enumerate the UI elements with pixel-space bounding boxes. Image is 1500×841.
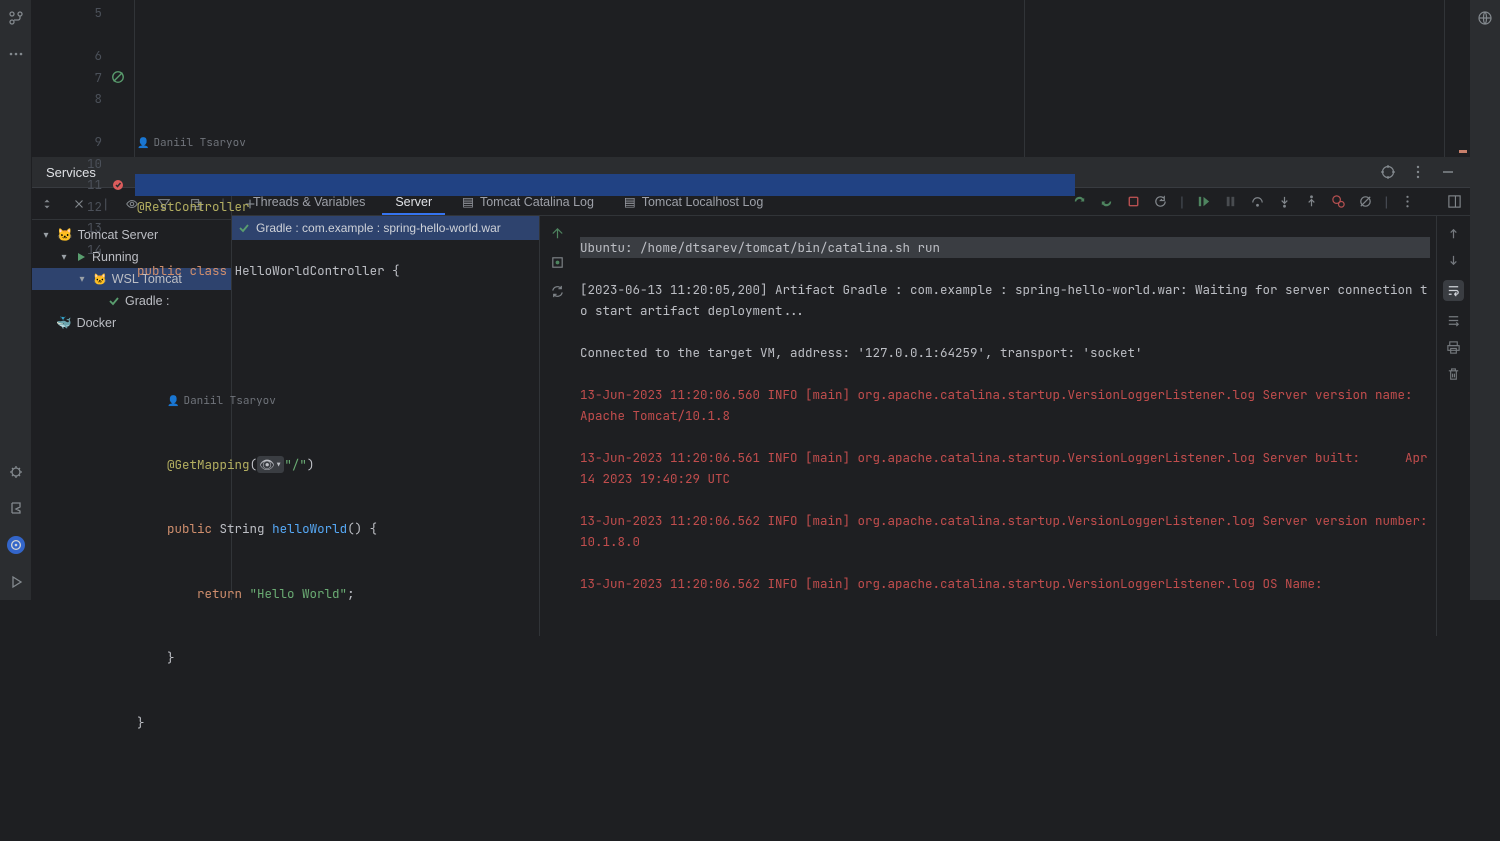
main-area: 5 6 7 8 9 10 11 12 13 14 👤Daniil Tsaryov… — [32, 0, 1470, 600]
step-over-icon[interactable] — [1250, 194, 1265, 209]
debug-icon[interactable] — [8, 464, 24, 480]
more-vert-icon[interactable] — [1410, 164, 1426, 180]
down-icon[interactable] — [1446, 253, 1461, 268]
code-area[interactable]: 👤Daniil Tsaryov @RestController public c… — [134, 0, 1024, 157]
deploy-icon[interactable] — [550, 226, 565, 241]
print-icon[interactable] — [1446, 340, 1461, 355]
scrollbar-marks[interactable] — [1444, 0, 1470, 157]
more-vert-icon[interactable] — [1400, 194, 1415, 209]
editor[interactable]: 5 6 7 8 9 10 11 12 13 14 👤Daniil Tsaryov… — [32, 0, 1470, 157]
update-icon[interactable] — [1072, 194, 1087, 209]
left-tool-strip — [0, 0, 32, 600]
more-icon[interactable] — [8, 46, 24, 62]
sync-icon[interactable] — [550, 284, 565, 299]
close-icon[interactable] — [72, 197, 86, 211]
right-tool-strip — [1470, 0, 1500, 600]
layout-icon[interactable] — [1447, 194, 1462, 209]
services-icon[interactable] — [7, 536, 25, 554]
web-icon[interactable] — [1477, 10, 1493, 26]
artifact-config-icon[interactable] — [550, 255, 565, 270]
minimize-icon[interactable] — [1440, 164, 1456, 180]
rerun-icon[interactable] — [1153, 194, 1168, 209]
expand-all-icon[interactable] — [40, 197, 54, 211]
check-icon — [108, 295, 120, 307]
line-numbers: 5 6 7 8 9 10 11 12 13 14 — [64, 0, 102, 157]
view-breakpoints-icon[interactable] — [1331, 194, 1346, 209]
console-right-toolbar — [1436, 216, 1470, 636]
docker-icon: 🐳 — [56, 316, 72, 331]
vcs-icon[interactable] — [8, 10, 24, 26]
up-icon[interactable] — [1446, 226, 1461, 241]
scroll-end-icon[interactable] — [1446, 313, 1461, 328]
mute-breakpoints-icon[interactable] — [1358, 194, 1373, 209]
soft-wrap-icon[interactable] — [1443, 280, 1464, 301]
coverage-mark-icon[interactable] — [102, 67, 134, 89]
pause-icon[interactable] — [1223, 194, 1238, 209]
redeploy-icon[interactable] — [1099, 194, 1114, 209]
breakpoint-icon[interactable] — [102, 174, 134, 196]
resume-icon[interactable] — [1196, 194, 1211, 209]
target-icon[interactable] — [1380, 164, 1396, 180]
gutter — [102, 0, 134, 157]
run-icon[interactable] — [8, 574, 24, 590]
stop-icon[interactable] — [1126, 194, 1141, 209]
clear-icon[interactable] — [1446, 367, 1461, 382]
step-out-icon[interactable] — [1304, 194, 1319, 209]
profiler-icon[interactable] — [8, 500, 24, 516]
step-into-icon[interactable] — [1277, 194, 1292, 209]
